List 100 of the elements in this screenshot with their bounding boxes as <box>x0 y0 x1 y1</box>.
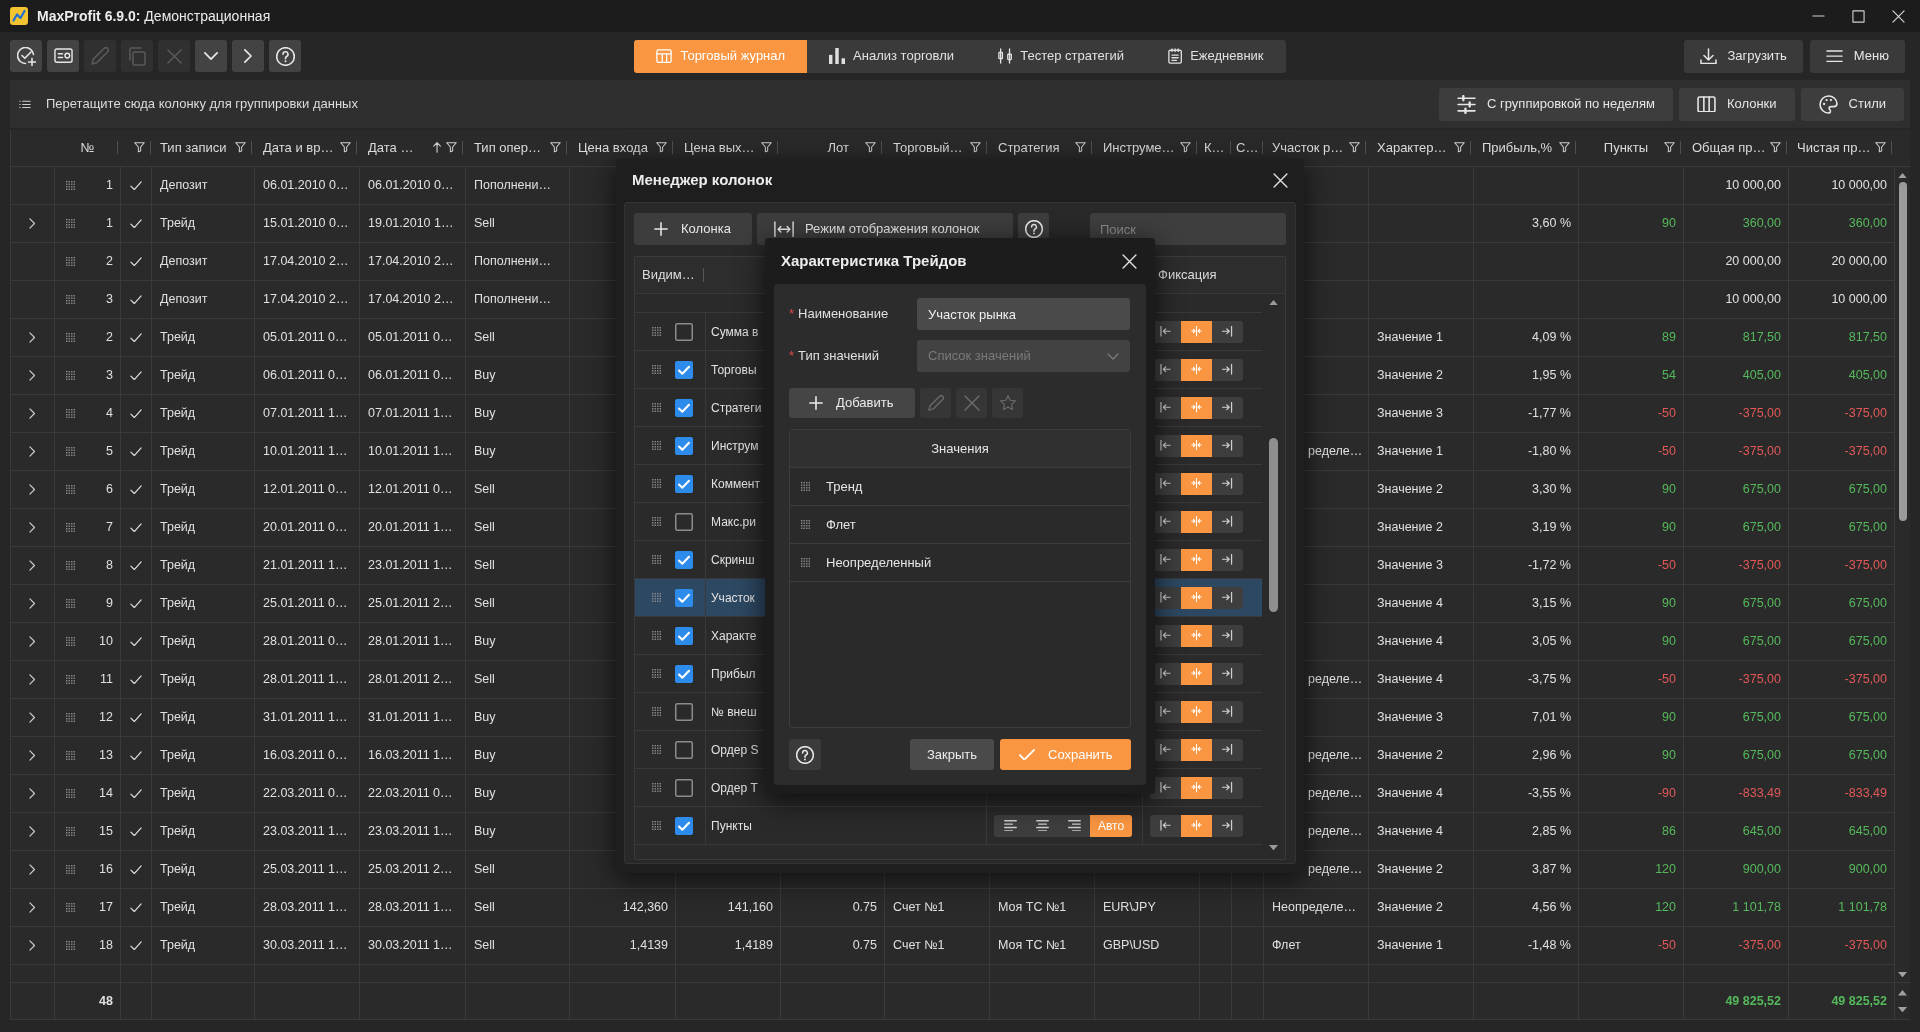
checkbox[interactable] <box>675 664 693 683</box>
grip-icon[interactable] <box>66 561 75 570</box>
grip-icon[interactable] <box>652 821 661 830</box>
grip-icon[interactable] <box>652 593 661 602</box>
checkbox[interactable] <box>675 322 693 341</box>
list-item[interactable]: Флет <box>790 506 1130 544</box>
grip-icon[interactable] <box>652 669 661 678</box>
menu-button[interactable]: Меню <box>1809 39 1905 73</box>
column-header[interactable]: № <box>55 136 121 159</box>
grip-icon[interactable] <box>66 713 75 722</box>
filter-icon[interactable] <box>134 142 145 153</box>
grip-icon[interactable] <box>801 520 810 529</box>
pin-middle-button[interactable] <box>1181 472 1212 495</box>
checkbox[interactable] <box>675 550 693 569</box>
column-header[interactable]: Тип опер… <box>466 136 570 159</box>
grip-icon[interactable] <box>66 447 75 456</box>
grip-icon[interactable] <box>66 675 75 684</box>
filter-icon[interactable] <box>970 142 981 153</box>
checkbox[interactable] <box>675 474 693 493</box>
download-button[interactable]: Загрузить <box>1683 39 1803 73</box>
grip-icon[interactable] <box>66 865 75 874</box>
scroll-up-icon[interactable] <box>1898 990 1907 996</box>
checkbox[interactable] <box>675 778 693 797</box>
grip-icon[interactable] <box>66 637 75 646</box>
help-button[interactable] <box>269 40 301 72</box>
grip-icon[interactable] <box>652 517 661 526</box>
filter-icon[interactable] <box>1770 142 1782 153</box>
chevron-right-icon[interactable] <box>29 446 36 457</box>
filter-icon[interactable] <box>446 142 457 153</box>
pin-middle-button[interactable] <box>1181 624 1212 647</box>
column-header[interactable]: Общая пр… <box>1684 136 1789 159</box>
checkbox[interactable] <box>675 740 693 759</box>
column-header[interactable]: Цена входа <box>570 136 676 159</box>
filter-icon[interactable] <box>340 142 351 153</box>
filter-icon[interactable] <box>1180 142 1191 153</box>
close-button[interactable]: Закрыть <box>910 739 994 770</box>
column-header[interactable]: Лот <box>781 136 885 159</box>
add-record-button[interactable] <box>10 40 42 72</box>
add-column-button[interactable]: Колонка <box>634 213 752 245</box>
chevron-right-button[interactable] <box>232 40 264 72</box>
column-header[interactable]: Фиксация <box>1158 265 1217 285</box>
chevron-right-icon[interactable] <box>29 826 36 837</box>
list-item[interactable]: Тренд <box>790 468 1130 506</box>
columns-button[interactable]: Колонки <box>1678 87 1795 121</box>
grip-icon[interactable] <box>652 707 661 716</box>
grip-icon[interactable] <box>652 783 661 792</box>
pin-middle-button[interactable] <box>1181 776 1212 799</box>
styles-button[interactable]: Стили <box>1800 87 1904 121</box>
chevron-right-icon[interactable] <box>29 674 36 685</box>
checkbox[interactable] <box>675 512 693 531</box>
column-header[interactable]: К… <box>1200 136 1232 159</box>
grip-icon[interactable] <box>801 558 810 567</box>
grip-icon[interactable] <box>66 409 75 418</box>
pin-middle-button[interactable] <box>1181 738 1212 761</box>
grip-icon[interactable] <box>66 485 75 494</box>
chevron-right-icon[interactable] <box>29 218 36 229</box>
column-header[interactable]: С… <box>1232 136 1264 159</box>
pin-middle-button[interactable] <box>1181 662 1212 685</box>
grip-icon[interactable] <box>66 903 75 912</box>
column-header[interactable]: Видим… <box>642 265 695 285</box>
scrollbar-thumb[interactable] <box>1269 438 1278 613</box>
module-tab[interactable]: Ежедневник <box>1146 39 1286 73</box>
column-header[interactable]: Тип записи <box>152 136 255 159</box>
grip-icon[interactable] <box>801 482 810 491</box>
checkbox[interactable] <box>675 816 693 835</box>
grip-icon[interactable] <box>66 295 75 304</box>
pin-middle-button[interactable] <box>1181 548 1212 571</box>
scroll-down-icon[interactable] <box>1898 971 1907 977</box>
chevron-right-icon[interactable] <box>29 788 36 799</box>
pin-middle-button[interactable] <box>1181 700 1212 723</box>
grip-icon[interactable] <box>652 631 661 640</box>
scroll-down-icon[interactable] <box>1269 844 1278 850</box>
grip-icon[interactable] <box>652 555 661 564</box>
column-header[interactable]: Инструме… <box>1095 136 1200 159</box>
filter-icon[interactable] <box>1454 142 1465 153</box>
column-header[interactable]: Дата … <box>360 136 466 159</box>
list-item[interactable]: Неопределенный <box>790 544 1130 582</box>
column-header[interactable]: Участок р… <box>1264 136 1369 159</box>
grip-icon[interactable] <box>652 403 661 412</box>
chevron-right-icon[interactable] <box>29 370 36 381</box>
column-header[interactable]: Прибыль,% <box>1474 136 1579 159</box>
column-header[interactable]: Чистая пр… <box>1789 136 1895 159</box>
grip-icon[interactable] <box>66 371 75 380</box>
grip-icon[interactable] <box>66 257 75 266</box>
chevron-right-icon[interactable] <box>29 902 36 913</box>
module-tab[interactable]: Анализ торговли <box>807 39 977 73</box>
module-tab[interactable]: Тестер стратегий <box>976 39 1146 73</box>
checkbox[interactable] <box>675 436 693 455</box>
grip-icon[interactable] <box>66 181 75 190</box>
filter-icon[interactable] <box>1664 142 1675 153</box>
grip-icon[interactable] <box>66 751 75 760</box>
checkbox[interactable] <box>675 588 693 607</box>
chevron-right-icon[interactable] <box>29 750 36 761</box>
filter-icon[interactable] <box>1875 142 1887 153</box>
filter-icon[interactable] <box>1349 142 1360 153</box>
pin-middle-button[interactable] <box>1181 586 1212 609</box>
chevron-right-icon[interactable] <box>29 484 36 495</box>
pin-middle-button[interactable] <box>1181 396 1212 419</box>
grip-icon[interactable] <box>66 599 75 608</box>
filter-icon[interactable] <box>235 142 246 153</box>
